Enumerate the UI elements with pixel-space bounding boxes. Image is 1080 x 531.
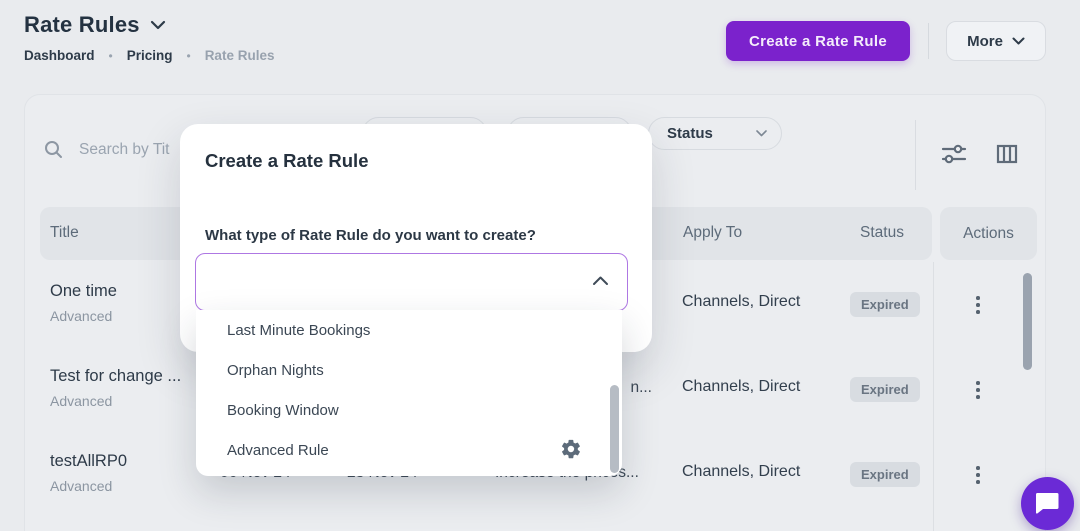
rule-type: Advanced xyxy=(50,393,113,409)
column-header-actions: Actions xyxy=(963,224,1014,242)
rule-type-option-label: Booking Window xyxy=(227,401,339,419)
more-chevron-down-icon xyxy=(1012,37,1025,45)
rule-type-dropdown-panel: Last Minute Bookings Orphan Nights Booki… xyxy=(196,310,622,476)
page-title: Rate Rules xyxy=(24,12,140,37)
status-chevron-down-icon xyxy=(756,130,767,137)
status-badge-wrap: Expired xyxy=(850,292,920,317)
table-header-actions: Actions xyxy=(940,207,1037,260)
rule-type-option-label: Advanced Rule xyxy=(227,441,329,459)
row-actions-kebab-icon[interactable] xyxy=(966,375,990,405)
rule-type-option[interactable]: Advanced Rule xyxy=(196,430,622,470)
rule-type-option[interactable]: Last Minute Bookings xyxy=(196,310,622,350)
row-actions-kebab-icon[interactable] xyxy=(966,460,990,490)
more-button-label: More xyxy=(967,32,1003,50)
rule-apply-to: Channels, Direct xyxy=(682,463,801,480)
status-badge: Expired xyxy=(850,462,920,487)
filter-sliders-icon[interactable] xyxy=(941,141,967,167)
rate-rules-page: Rate Rules Dashboard Pricing Rate Rules … xyxy=(0,0,1080,531)
rule-type-options: Last Minute Bookings Orphan Nights Booki… xyxy=(196,310,622,470)
more-button[interactable]: More xyxy=(946,21,1046,61)
rule-title: testAllRP0 xyxy=(50,452,128,470)
rule-title: Test for change ... xyxy=(50,367,182,385)
breadcrumb-rate-rules: Rate Rules xyxy=(204,48,275,63)
dropdown-scrollbar[interactable] xyxy=(610,385,619,473)
status-filter-label: Status xyxy=(667,125,713,142)
chat-widget-button[interactable] xyxy=(1021,477,1074,530)
status-badge-wrap: Expired xyxy=(850,377,920,402)
page-title-row: Rate Rules xyxy=(24,12,166,38)
create-rate-rule-button[interactable]: Create a Rate Rule xyxy=(726,21,910,61)
rule-title: One time xyxy=(50,282,117,300)
rule-type: Advanced xyxy=(50,308,113,324)
rule-apply-to: Channels, Direct xyxy=(682,378,801,395)
select-chevron-up-icon xyxy=(592,275,609,286)
header-divider xyxy=(928,23,929,59)
breadcrumb-dot-icon xyxy=(109,48,113,63)
rule-type-option[interactable]: Booking Window xyxy=(196,390,622,430)
title-chevron-down-icon[interactable] xyxy=(150,20,166,30)
status-badge: Expired xyxy=(850,377,920,402)
toolbar-divider xyxy=(915,120,916,190)
status-filter-dropdown[interactable]: Status xyxy=(648,117,782,150)
row-actions-kebab-icon[interactable] xyxy=(966,290,990,320)
breadcrumb: Dashboard Pricing Rate Rules xyxy=(24,48,274,63)
rule-type: Advanced xyxy=(50,478,113,494)
chat-bubble-icon xyxy=(1035,492,1058,514)
search-icon xyxy=(45,141,62,158)
column-header-apply-to[interactable]: Apply To xyxy=(683,224,742,242)
status-badge-wrap: Expired xyxy=(850,462,920,487)
rule-type-select[interactable] xyxy=(195,253,628,311)
columns-view-icon[interactable] xyxy=(995,141,1021,167)
breadcrumb-pricing[interactable]: Pricing xyxy=(127,48,173,63)
gear-icon[interactable] xyxy=(560,438,582,460)
column-header-status[interactable]: Status xyxy=(860,224,904,242)
rule-apply-to: Channels, Direct xyxy=(682,293,801,310)
status-badge: Expired xyxy=(850,292,920,317)
rule-type-option-label: Last Minute Bookings xyxy=(227,321,371,339)
column-header-title[interactable]: Title xyxy=(50,224,79,242)
modal-title: Create a Rate Rule xyxy=(205,150,369,171)
breadcrumb-dot-icon xyxy=(186,48,190,63)
breadcrumb-dashboard[interactable]: Dashboard xyxy=(24,48,95,63)
rule-type-question-label: What type of Rate Rule do you want to cr… xyxy=(205,227,536,244)
rule-type-option[interactable]: Orphan Nights xyxy=(196,350,622,390)
rule-type-option-label: Orphan Nights xyxy=(227,361,324,379)
